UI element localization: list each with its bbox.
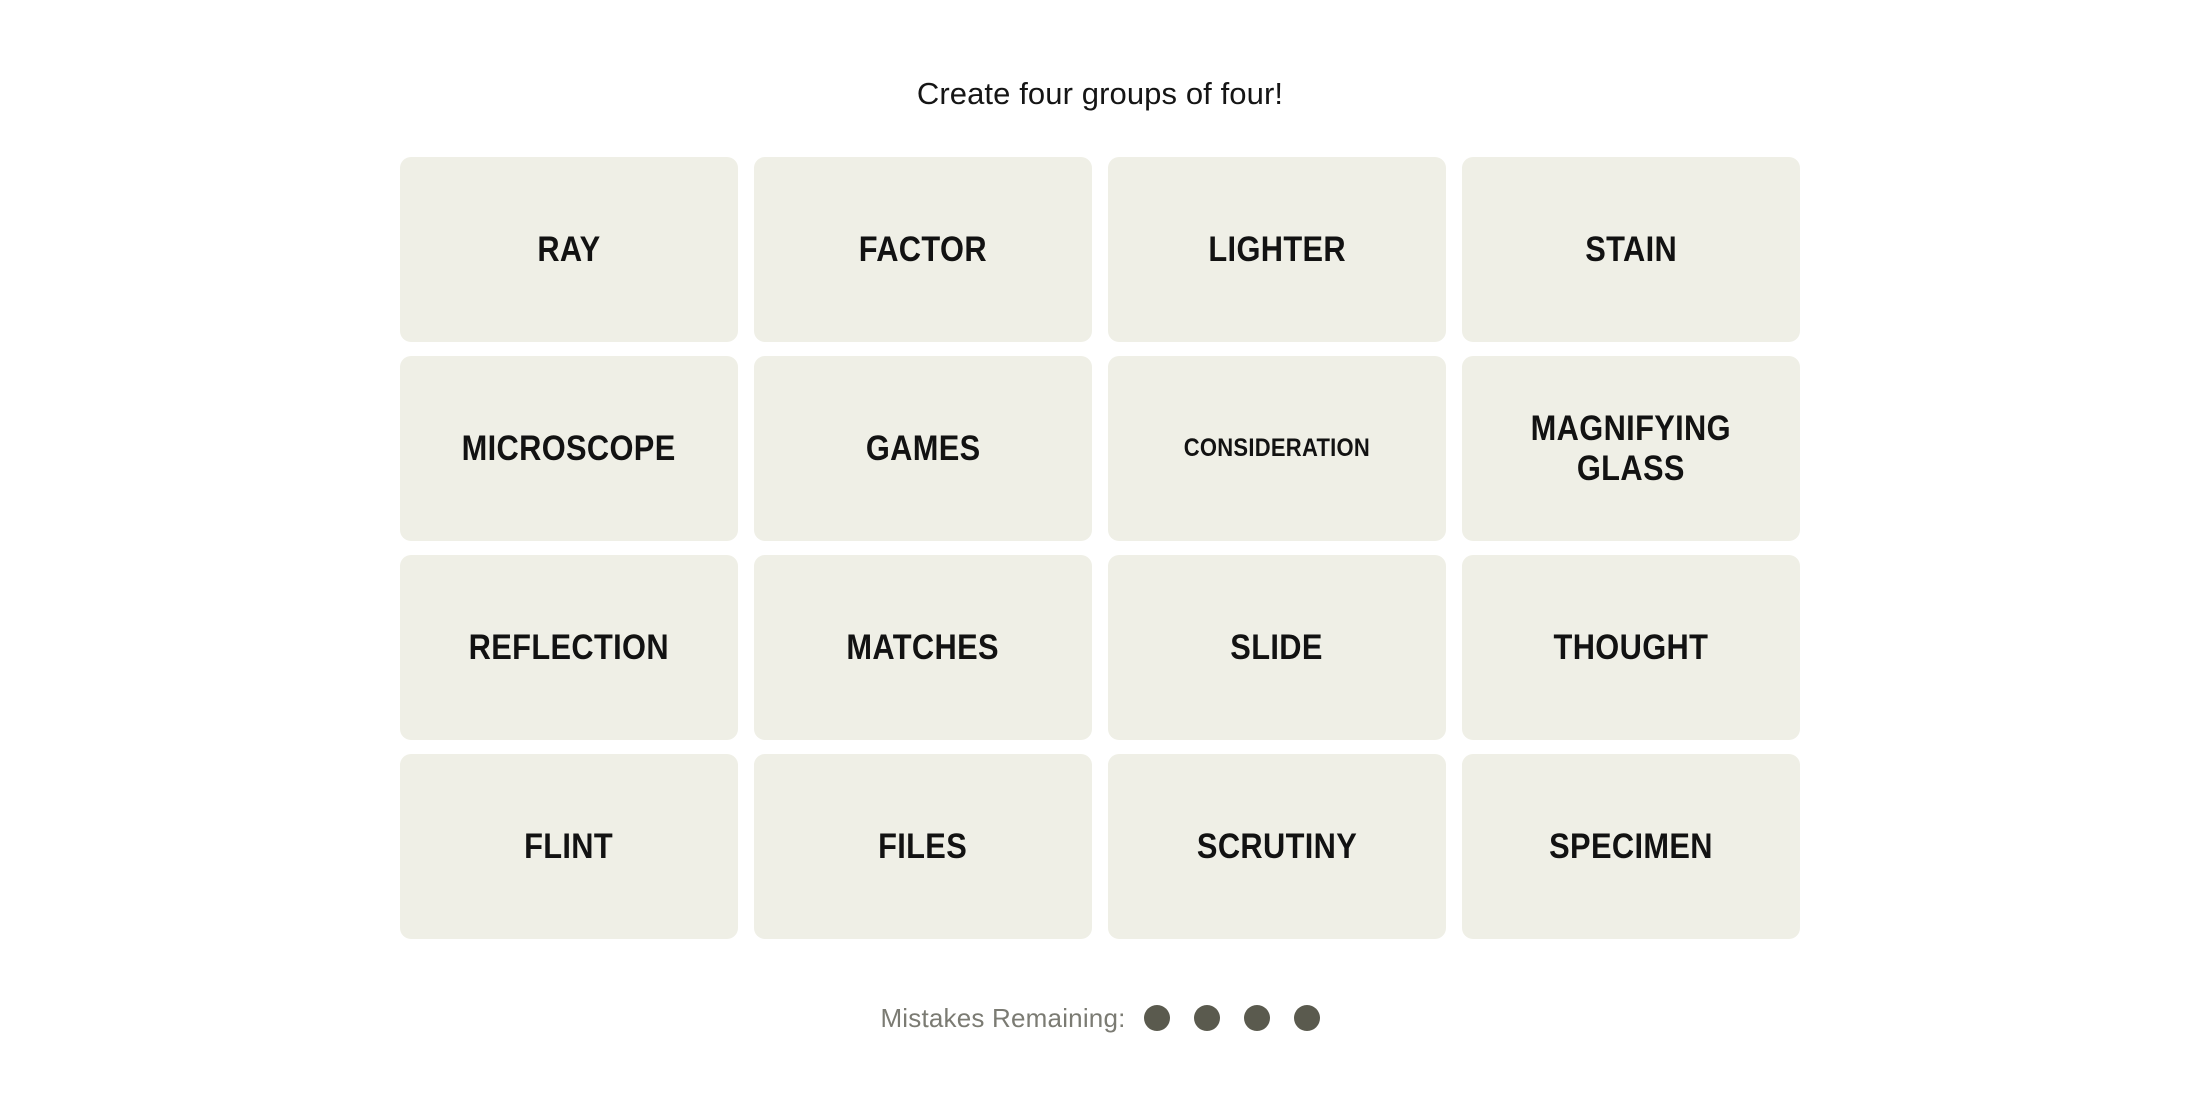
mistakes-dots bbox=[1143, 1005, 1320, 1031]
word-tile-label: THOUGHT bbox=[1553, 627, 1709, 667]
word-tile-label: REFLECTION bbox=[468, 627, 670, 667]
mistake-dot bbox=[1293, 1005, 1320, 1031]
word-tile-label: LIGHTER bbox=[1208, 229, 1346, 269]
mistake-dot bbox=[1243, 1005, 1270, 1031]
puzzle-board: RAY FACTOR LIGHTER STAIN MICROSCOPE GAMES CONS… bbox=[400, 157, 1800, 939]
word-tile[interactable]: MATCHES bbox=[754, 555, 1092, 740]
word-tile[interactable]: MICROSCOPE bbox=[400, 356, 738, 541]
mistake-dot bbox=[1193, 1005, 1220, 1031]
word-tile-label: RAY bbox=[537, 229, 601, 269]
word-tile-label: FILES bbox=[878, 826, 968, 866]
word-tile[interactable]: THOUGHT bbox=[1462, 555, 1800, 740]
word-tile[interactable]: REFLECTION bbox=[400, 555, 738, 740]
word-tile-label: MATCHES bbox=[846, 627, 1000, 667]
word-tile[interactable]: CONSIDERATION bbox=[1108, 356, 1446, 541]
page-title: Create four groups of four! bbox=[916, 76, 1284, 111]
word-tile[interactable]: GAMES bbox=[754, 356, 1092, 541]
word-tile[interactable]: SPECIMEN bbox=[1462, 754, 1800, 939]
word-tile[interactable]: FILES bbox=[754, 754, 1092, 939]
word-tile-label: STAIN bbox=[1585, 229, 1677, 269]
mistakes-footer: Mistakes Remaining: bbox=[880, 1003, 1320, 1033]
word-tile[interactable]: LIGHTER bbox=[1108, 157, 1446, 342]
word-tile[interactable]: FACTOR bbox=[754, 157, 1092, 342]
word-tile[interactable]: RAY bbox=[400, 157, 738, 342]
word-tile-label: FLINT bbox=[524, 826, 614, 866]
word-tile-label: SPECIMEN bbox=[1549, 826, 1713, 866]
word-tile[interactable]: MAGNIFYING GLASS bbox=[1462, 356, 1800, 541]
word-tile-label: SLIDE bbox=[1230, 627, 1324, 667]
word-tile[interactable]: STAIN bbox=[1462, 157, 1800, 342]
word-tile-label: SCRUTINY bbox=[1196, 826, 1358, 866]
word-tile-label: MICROSCOPE bbox=[461, 428, 677, 468]
word-tile-label: FACTOR bbox=[858, 229, 988, 269]
word-tile-label: GAMES bbox=[865, 428, 981, 468]
word-tile[interactable]: FLINT bbox=[400, 754, 738, 939]
word-tile[interactable]: SCRUTINY bbox=[1108, 754, 1446, 939]
mistake-dot bbox=[1143, 1005, 1170, 1031]
word-tile[interactable]: SLIDE bbox=[1108, 555, 1446, 740]
word-tile-label: CONSIDERATION bbox=[1183, 434, 1371, 463]
word-tile-label: MAGNIFYING GLASS bbox=[1530, 409, 1732, 488]
mistakes-remaining-label: Mistakes Remaining: bbox=[880, 1003, 1126, 1033]
